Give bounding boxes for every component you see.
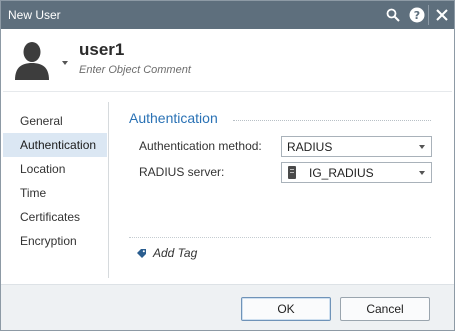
object-header: user1 Enter Object Comment bbox=[1, 29, 454, 91]
ok-button[interactable]: OK bbox=[241, 297, 331, 321]
section-divider bbox=[233, 120, 431, 121]
auth-method-label: Authentication method: bbox=[139, 139, 262, 153]
sidebar-item-encryption[interactable]: Encryption bbox=[3, 229, 107, 253]
tag-icon bbox=[136, 248, 147, 259]
object-comment-field[interactable]: Enter Object Comment bbox=[79, 64, 191, 76]
title-bar[interactable]: New User ? bbox=[1, 1, 454, 29]
window-title: New User bbox=[8, 8, 61, 22]
sidebar-item-time[interactable]: Time bbox=[3, 181, 107, 205]
sidebar-item-general[interactable]: General bbox=[3, 109, 107, 133]
chevron-down-icon bbox=[419, 171, 425, 175]
cancel-button[interactable]: Cancel bbox=[340, 297, 430, 321]
radius-server-value: IG_RADIUS bbox=[309, 166, 374, 180]
sidebar-item-authentication[interactable]: Authentication bbox=[3, 133, 107, 157]
tags-divider bbox=[129, 237, 431, 238]
dialog-footer: OK Cancel bbox=[1, 284, 454, 330]
search-icon[interactable] bbox=[383, 5, 403, 25]
radius-server-select[interactable]: IG_RADIUS bbox=[281, 162, 432, 183]
dialog-body: General Authentication Location Time Cer… bbox=[3, 91, 452, 284]
sidebar-divider bbox=[108, 102, 109, 278]
sidebar-item-location[interactable]: Location bbox=[3, 157, 107, 181]
avatar-dropdown-icon[interactable] bbox=[61, 56, 69, 65]
help-icon[interactable]: ? bbox=[407, 5, 427, 25]
close-icon[interactable] bbox=[432, 5, 452, 25]
sidebar-nav: General Authentication Location Time Cer… bbox=[3, 109, 107, 253]
svg-text:?: ? bbox=[414, 9, 420, 22]
server-icon bbox=[288, 166, 296, 179]
auth-method-select[interactable]: RADIUS bbox=[281, 136, 432, 157]
auth-method-value: RADIUS bbox=[287, 140, 333, 154]
radius-server-label: RADIUS server: bbox=[139, 165, 225, 179]
user-avatar-icon[interactable] bbox=[13, 40, 51, 80]
object-name[interactable]: user1 bbox=[79, 40, 124, 60]
new-user-dialog: New User ? user1 Enter Object Comment Ge… bbox=[0, 0, 455, 331]
chevron-down-icon bbox=[419, 145, 425, 149]
section-title: Authentication bbox=[129, 110, 218, 126]
add-tag-button[interactable]: Add Tag bbox=[136, 246, 197, 260]
add-tag-label: Add Tag bbox=[153, 246, 198, 260]
titlebar-separator bbox=[428, 5, 429, 25]
sidebar-item-certificates[interactable]: Certificates bbox=[3, 205, 107, 229]
